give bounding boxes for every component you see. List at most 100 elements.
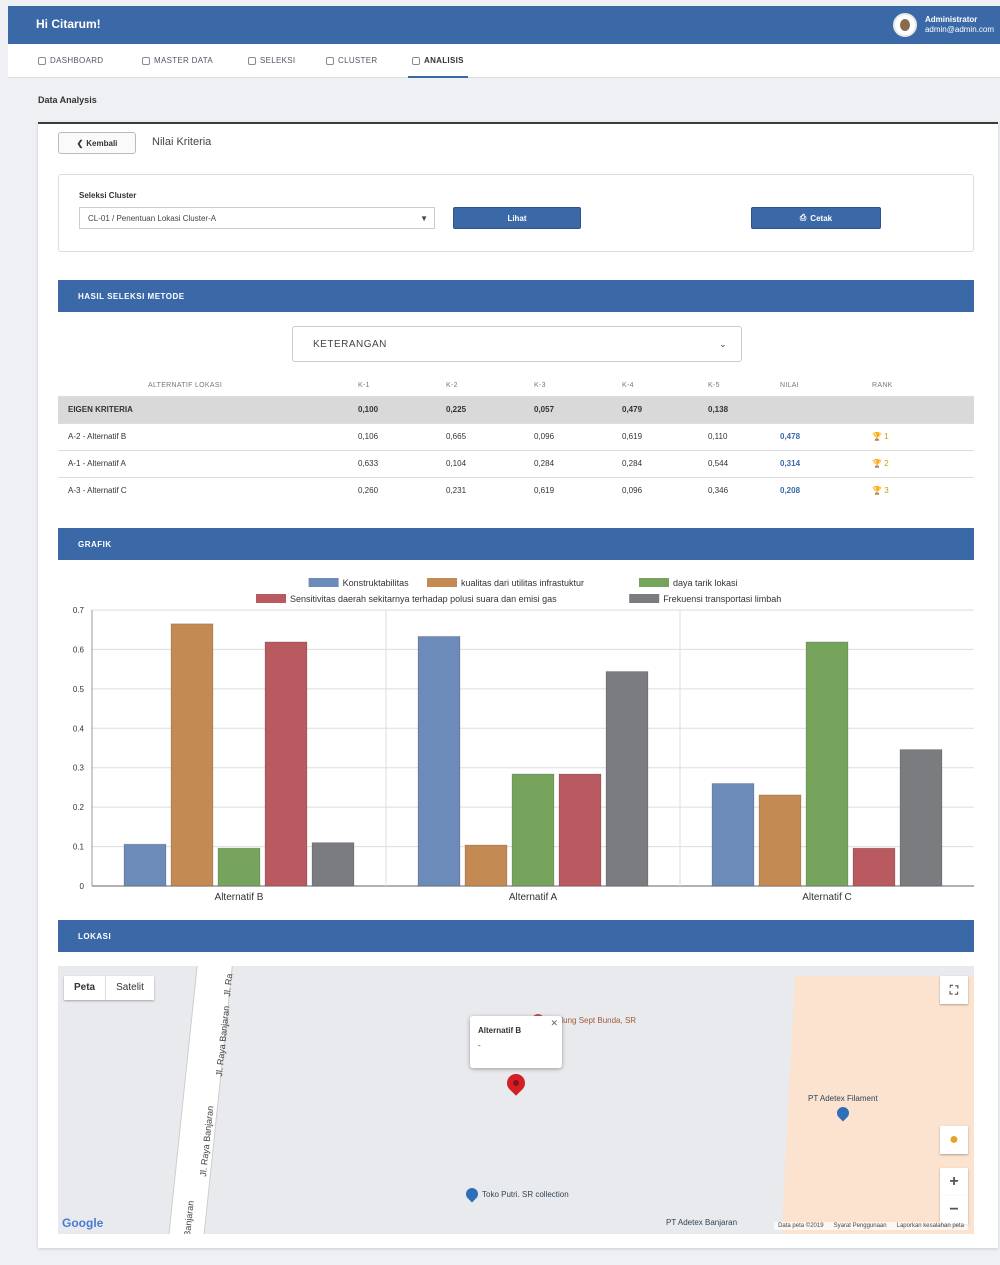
print-button[interactable]: ⎙ Cetak (751, 207, 881, 229)
nav-master-data-label: MASTER DATA (154, 56, 214, 65)
info-window-title: Alternatif B (478, 1026, 522, 1035)
fullscreen-icon: ⛶ (949, 982, 959, 997)
road-label: Jl. Ra (222, 973, 235, 998)
y-tick-label: 0.4 (73, 724, 85, 733)
table-cell: 0,479 (622, 395, 708, 423)
nav-master-data[interactable]: MASTER DATA (142, 56, 213, 65)
cluster-select[interactable]: CL-01 / Penentuan Lokasi Cluster-A ▼ (79, 207, 435, 229)
trophy-icon: 🏆 (872, 432, 882, 441)
keterangan-label: KETERANGAN (313, 339, 387, 350)
legend-swatch (639, 578, 669, 587)
bar (311, 842, 355, 887)
table-cell: 0,104 (446, 449, 534, 477)
nav-dashboard[interactable]: DASHBOARD (38, 56, 103, 65)
rank-badge: 🏆 2 (872, 449, 974, 477)
analysis-panel: ❮ Kembali Nilai Kriteria Seleksi Cluster … (38, 122, 998, 1248)
legend-label: daya tarik lokasi (673, 578, 738, 588)
y-tick-label: 0.5 (73, 685, 85, 694)
bar (511, 773, 555, 887)
y-tick-label: 0.1 (73, 843, 85, 852)
user-menu[interactable]: Administrator admin@admin.com (892, 13, 994, 37)
view-button[interactable]: Lihat (453, 207, 581, 229)
close-icon[interactable]: ✕ (550, 1018, 558, 1029)
keterangan-dropdown[interactable]: KETERANGAN ⌄ (292, 326, 742, 362)
table-cell: A-3 - Alternatif C (58, 476, 358, 504)
top-bar: Hi Citarum! Administrator admin@admin.co… (8, 6, 1000, 44)
nav-cluster[interactable]: CLUSTER (326, 56, 377, 65)
minus-icon: − (949, 1201, 959, 1218)
page-title: Nilai Kriteria (152, 136, 212, 148)
nav-seleksi[interactable]: SELEKSI (248, 56, 295, 65)
nav-analisis[interactable]: ANALISIS (408, 56, 468, 78)
print-button-label: Cetak (810, 213, 833, 223)
bar (264, 641, 308, 887)
chevron-left-icon: ❮ (76, 138, 84, 148)
fullscreen-button[interactable]: ⛶ (940, 976, 968, 1004)
trophy-icon: 🏆 (872, 459, 882, 468)
user-email: admin@admin.com (924, 25, 994, 34)
filter-icon (248, 56, 256, 65)
table-cell: 0,284 (622, 449, 708, 477)
x-tick-label: Alternatif A (509, 892, 558, 903)
y-tick-label: 0.6 (73, 645, 85, 654)
map-report-link[interactable]: Laporkan kesalahan peta (897, 1223, 964, 1229)
print-icon: ⎙ (799, 213, 807, 222)
bar (123, 843, 167, 887)
user-name: Administrator (924, 15, 978, 24)
table-cell: EIGEN KRITERIA (58, 395, 358, 423)
legend-label: kualitas dari utilitas infrastuktur (461, 578, 584, 588)
nav-analisis-label: ANALISIS (424, 56, 464, 65)
col-k3: K-3 (534, 382, 546, 390)
bar (805, 641, 849, 887)
table-row: A-3 - Alternatif C 0,260 0,231 0,619 0,0… (58, 476, 974, 504)
bar (217, 847, 261, 887)
zoom-out-button[interactable]: − (940, 1196, 968, 1224)
database-icon (142, 56, 150, 65)
back-button[interactable]: ❮ Kembali (58, 132, 136, 154)
map-type-peta[interactable]: Peta (64, 976, 107, 1000)
poi-marker[interactable]: PT Adetex Filament (808, 1094, 878, 1122)
pegman-icon: ● (949, 1131, 959, 1148)
poi-marker[interactable]: Toko Putri. SR collection (463, 1185, 569, 1203)
table-cell-nilai: 0,208 (780, 476, 872, 504)
cluster-select-label: Seleksi Cluster (79, 191, 137, 200)
nav-seleksi-label: SELEKSI (260, 56, 296, 65)
section-location-header: LOKASI (58, 920, 974, 952)
cluster-select-value: CL-01 / Penentuan Lokasi Cluster-A (88, 214, 217, 223)
map-type-satellite[interactable]: Satelit (106, 976, 154, 1000)
zoom-in-button[interactable]: + (940, 1168, 968, 1196)
map-terms-link[interactable]: Syarat Penggunaan (834, 1223, 887, 1229)
bar (852, 847, 896, 887)
bar (899, 749, 943, 887)
bar-chart-svg: Konstruktabilitas kualitas dari utilitas … (73, 578, 974, 903)
poi-marker[interactable]: PT Adetex Banjaran (666, 1218, 737, 1227)
map-pin-icon (463, 1185, 481, 1203)
col-nilai: NILAI (780, 382, 800, 390)
table-cell: 0,096 (622, 476, 708, 504)
table-cell: 0,225 (446, 395, 534, 423)
table-row: A-2 - Alternatif B 0,106 0,665 0,096 0,6… (58, 422, 974, 450)
table-cell-nilai: 0,478 (780, 422, 872, 450)
location-marker-icon[interactable] (503, 1070, 529, 1096)
map-data-attribution: Data peta ©2019 (778, 1223, 824, 1229)
bar (464, 844, 508, 887)
table-cell (872, 395, 974, 423)
bar (758, 794, 802, 887)
table-cell (780, 395, 872, 423)
chevron-down-icon: ⌄ (718, 339, 727, 349)
map-type-control: Peta Satelit (64, 976, 154, 1000)
location-map[interactable]: Jl. Raya Banjaran Jl. Raya Banjaran Banj… (58, 966, 974, 1234)
table-cell: A-1 - Alternatif A (58, 449, 358, 477)
rank-value: 2 (884, 459, 889, 468)
street-view-button[interactable]: ● (940, 1126, 968, 1154)
map-info-window: ✕ Alternatif B - (470, 1016, 562, 1068)
trophy-icon: 🏆 (872, 486, 882, 496)
bar (605, 671, 649, 887)
avatar[interactable] (892, 13, 917, 37)
table-cell: 0,096 (534, 422, 622, 450)
bar (558, 773, 602, 887)
table-cell: 0,138 (708, 395, 780, 423)
col-rank: RANK (872, 382, 893, 390)
table-cell: 0,231 (446, 476, 534, 504)
y-tick-label: 0.2 (73, 803, 85, 812)
